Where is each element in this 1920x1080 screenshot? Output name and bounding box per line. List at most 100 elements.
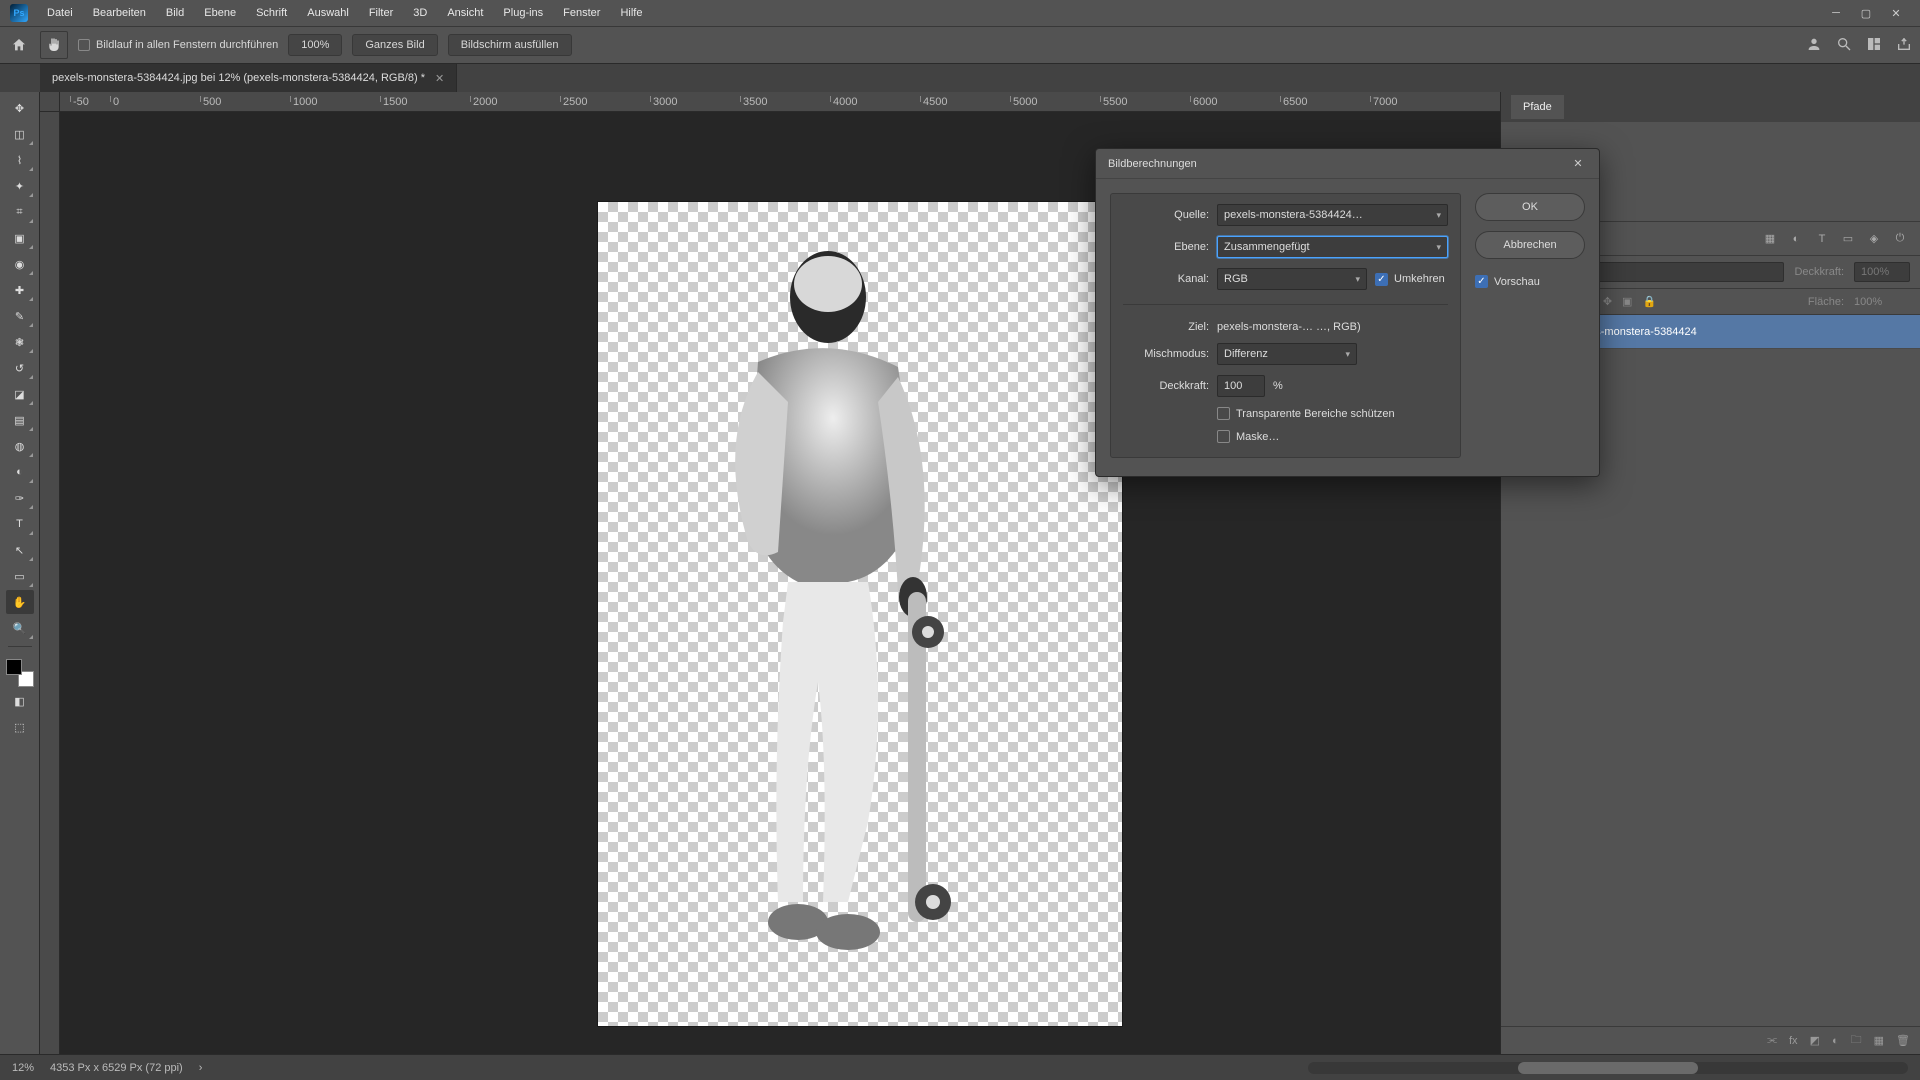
tool-brush-icon[interactable]: ✎ <box>6 304 34 328</box>
delete-layer-icon[interactable]: 🗑 <box>1896 1034 1910 1047</box>
tool-type-icon[interactable]: T <box>6 512 34 536</box>
filter-adjust-icon[interactable]: ◐ <box>1788 231 1804 247</box>
search-icon[interactable] <box>1836 36 1852 55</box>
link-layers-icon[interactable]: ⫘ <box>1767 1034 1777 1047</box>
foreground-background-colors[interactable] <box>6 659 34 687</box>
menu-image[interactable]: Bild <box>157 3 193 23</box>
menu-edit[interactable]: Bearbeiten <box>84 3 155 23</box>
scroll-all-windows-checkbox[interactable]: Bildlauf in allen Fenstern durchführen <box>78 39 278 51</box>
lock-artboard-icon[interactable]: ▣ <box>1622 295 1632 308</box>
blend-select[interactable]: Differenz <box>1217 343 1357 365</box>
tool-history-brush-icon[interactable]: ↺ <box>6 356 34 380</box>
app-logo-icon: Ps <box>10 4 28 22</box>
window-close-icon[interactable]: ✕ <box>1882 3 1910 23</box>
group-icon[interactable]: 🗀 <box>1851 1031 1862 1050</box>
tool-pen-icon[interactable]: ✑ <box>6 486 34 510</box>
document-tab-strip: pexels-monstera-5384424.jpg bei 12% (pex… <box>0 64 1920 92</box>
invert-checkbox[interactable]: ✓ Umkehren <box>1375 273 1445 286</box>
preserve-transparency-label: Transparente Bereiche schützen <box>1236 408 1395 420</box>
opacity-input[interactable]: 100 <box>1217 375 1265 397</box>
opacity-field[interactable]: 100% <box>1854 262 1910 282</box>
home-icon[interactable] <box>8 34 30 56</box>
tool-blur-icon[interactable]: ◍ <box>6 434 34 458</box>
tool-stamp-icon[interactable]: ❃ <box>6 330 34 354</box>
window-minimize-icon[interactable]: ─ <box>1822 3 1850 23</box>
filter-pixel-icon[interactable]: ▦ <box>1762 231 1778 247</box>
source-select[interactable]: pexels-monstera-5384424… <box>1217 204 1448 226</box>
tool-dodge-icon[interactable]: ◐ <box>6 460 34 484</box>
ruler-origin[interactable] <box>40 92 60 112</box>
tool-shape-icon[interactable]: ▭ <box>6 564 34 588</box>
current-tool-hand-icon[interactable] <box>40 31 68 59</box>
document-tab[interactable]: pexels-monstera-5384424.jpg bei 12% (pex… <box>40 64 457 92</box>
tool-healing-icon[interactable]: ✚ <box>6 278 34 302</box>
tool-zoom-icon[interactable]: 🔍 <box>6 616 34 640</box>
tool-crop-icon[interactable]: ⌗ <box>6 200 34 224</box>
menu-filter[interactable]: Filter <box>360 3 402 23</box>
menu-layer[interactable]: Ebene <box>195 3 245 23</box>
fit-screen-button[interactable]: Ganzes Bild <box>352 34 437 56</box>
tool-frame-icon[interactable]: ▣ <box>6 226 34 250</box>
tool-gradient-icon[interactable]: ▤ <box>6 408 34 432</box>
menu-view[interactable]: Ansicht <box>438 3 492 23</box>
paths-panel-tab[interactable]: Pfade <box>1511 95 1564 119</box>
horizontal-scrollbar[interactable] <box>1308 1062 1908 1074</box>
ruler-tick: 2500 <box>560 96 587 102</box>
fill-screen-button[interactable]: Bildschirm ausfüllen <box>448 34 572 56</box>
mask-checkbox[interactable]: Maske… <box>1217 430 1279 443</box>
workspace-icon[interactable] <box>1866 36 1882 55</box>
tool-move-icon[interactable]: ✥ <box>6 96 34 120</box>
document-canvas[interactable] <box>598 202 1122 1026</box>
horizontal-ruler[interactable]: -50 0 500 1000 1500 2000 2500 3000 3500 … <box>60 92 1500 112</box>
dialog-titlebar[interactable]: Bildberechnungen ✕ <box>1096 149 1599 179</box>
quick-mask-icon[interactable]: ◧ <box>6 689 34 713</box>
menu-3d[interactable]: 3D <box>404 3 436 23</box>
ok-button[interactable]: OK <box>1475 193 1585 221</box>
document-info[interactable]: 4353 Px x 6529 Px (72 ppi) <box>50 1062 183 1074</box>
menu-plugins[interactable]: Plug-ins <box>494 3 552 23</box>
fill-field[interactable]: 100% <box>1854 296 1910 308</box>
status-bar: 12% 4353 Px x 6529 Px (72 ppi) › <box>0 1054 1920 1080</box>
tool-quick-select-icon[interactable]: ✦ <box>6 174 34 198</box>
tool-eyedropper-icon[interactable]: ◉ <box>6 252 34 276</box>
menu-window[interactable]: Fenster <box>554 3 609 23</box>
filter-type-icon[interactable]: T <box>1814 231 1830 247</box>
tool-eraser-icon[interactable]: ◪ <box>6 382 34 406</box>
window-maximize-icon[interactable]: ▢ <box>1852 3 1880 23</box>
layer-select[interactable]: Zusammengefügt <box>1217 236 1448 258</box>
zoom-level[interactable]: 12% <box>12 1062 34 1074</box>
preserve-transparency-checkbox[interactable]: Transparente Bereiche schützen <box>1217 407 1395 420</box>
lock-all-icon[interactable]: 🔒 <box>1642 295 1656 308</box>
invert-label: Umkehren <box>1394 273 1445 285</box>
menu-file[interactable]: Datei <box>38 3 82 23</box>
screen-mode-icon[interactable]: ⬚ <box>6 715 34 739</box>
cancel-button[interactable]: Abbrechen <box>1475 231 1585 259</box>
close-tab-icon[interactable]: ✕ <box>435 72 444 85</box>
filter-shape-icon[interactable]: ▭ <box>1840 231 1856 247</box>
panel-tab-row: Pfade <box>1501 92 1920 122</box>
info-chevron-icon[interactable]: › <box>199 1062 203 1074</box>
menu-select[interactable]: Auswahl <box>298 3 358 23</box>
filter-smart-icon[interactable]: ◈ <box>1866 231 1882 247</box>
scrollbar-thumb[interactable] <box>1518 1062 1698 1074</box>
filter-toggle-icon[interactable]: ⏻ <box>1892 231 1908 247</box>
tool-marquee-icon[interactable]: ◫ <box>6 122 34 146</box>
channel-select[interactable]: RGB <box>1217 268 1367 290</box>
tool-hand-icon[interactable]: ✋ <box>6 590 34 614</box>
layer-style-icon[interactable]: fx <box>1789 1035 1798 1047</box>
share-icon[interactable] <box>1896 36 1912 55</box>
dialog-close-icon[interactable]: ✕ <box>1569 155 1587 173</box>
menu-help[interactable]: Hilfe <box>611 3 651 23</box>
lock-position-icon[interactable]: ✥ <box>1603 295 1612 308</box>
tool-lasso-icon[interactable]: ⌇ <box>6 148 34 172</box>
cloud-docs-icon[interactable] <box>1806 36 1822 55</box>
adjustment-layer-icon[interactable]: ◐ <box>1832 1035 1839 1047</box>
zoom-100-button[interactable]: 100% <box>288 34 342 56</box>
ruler-tick: 7000 <box>1370 96 1397 102</box>
tool-path-select-icon[interactable]: ↖ <box>6 538 34 562</box>
vertical-ruler[interactable] <box>40 112 60 1054</box>
menu-type[interactable]: Schrift <box>247 3 296 23</box>
new-layer-icon[interactable]: ▦ <box>1874 1034 1884 1047</box>
preview-checkbox[interactable]: ✓ Vorschau <box>1475 275 1585 288</box>
layer-mask-icon[interactable]: ◩ <box>1810 1034 1820 1047</box>
